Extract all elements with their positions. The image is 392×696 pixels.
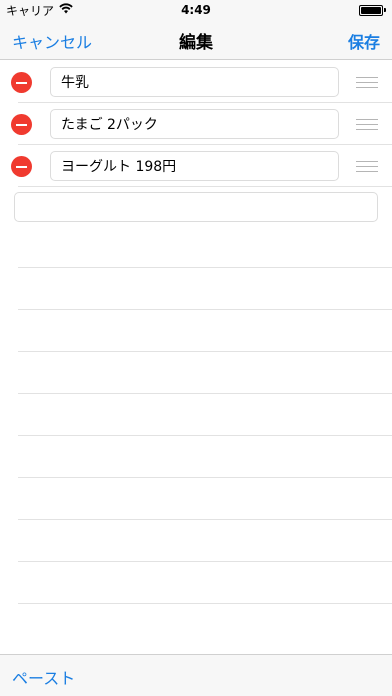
delete-icon[interactable] bbox=[11, 114, 32, 135]
empty-row bbox=[18, 394, 392, 436]
reorder-handle-icon[interactable] bbox=[356, 119, 378, 130]
empty-row bbox=[18, 268, 392, 310]
empty-row bbox=[18, 436, 392, 478]
page-title: 編集 bbox=[179, 33, 213, 53]
empty-rows bbox=[18, 226, 392, 604]
bottom-toolbar: ペースト bbox=[0, 654, 392, 696]
reorder-handle-icon[interactable] bbox=[356, 77, 378, 88]
empty-row bbox=[18, 562, 392, 604]
list-item: たまご 2パック bbox=[11, 103, 392, 145]
empty-row bbox=[18, 310, 392, 352]
empty-row bbox=[18, 520, 392, 562]
empty-row bbox=[18, 352, 392, 394]
empty-row bbox=[18, 478, 392, 520]
list-item: ヨーグルト 198円 bbox=[11, 145, 392, 187]
list-item: 牛乳 bbox=[11, 61, 392, 103]
reorder-handle-icon[interactable] bbox=[356, 161, 378, 172]
paste-button[interactable]: ペースト bbox=[12, 665, 75, 689]
item-text-field[interactable]: ヨーグルト 198円 bbox=[50, 151, 339, 181]
new-item-input[interactable] bbox=[14, 192, 378, 222]
delete-icon[interactable] bbox=[11, 72, 32, 93]
delete-icon[interactable] bbox=[11, 156, 32, 177]
status-time: 4:49 bbox=[181, 3, 211, 17]
item-list: 牛乳 たまご 2パック ヨーグルト 198円 bbox=[0, 61, 392, 187]
empty-row bbox=[18, 226, 392, 268]
status-bar: キャリア 4:49 bbox=[0, 0, 392, 20]
save-button[interactable]: 保存 bbox=[348, 29, 380, 53]
item-text-field[interactable]: 牛乳 bbox=[50, 67, 339, 97]
item-text-field[interactable]: たまご 2パック bbox=[50, 109, 339, 139]
nav-bar: キャンセル 編集 保存 bbox=[0, 20, 392, 60]
